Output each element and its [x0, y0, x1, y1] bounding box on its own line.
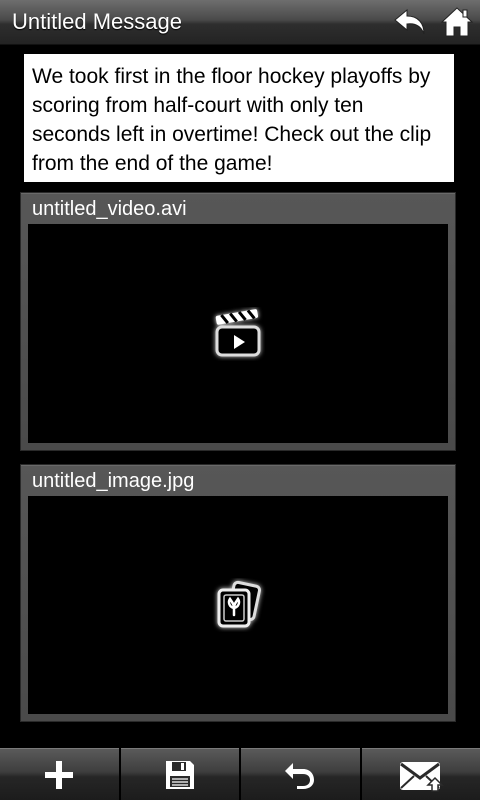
undo-icon: [283, 760, 317, 790]
save-icon: [163, 758, 197, 792]
send-button[interactable]: [361, 748, 480, 800]
bottom-toolbar: [0, 748, 480, 800]
undo-button[interactable]: [241, 748, 360, 800]
home-icon: [440, 6, 474, 38]
photo-stack-icon: [209, 578, 267, 632]
image-preview[interactable]: [28, 496, 448, 714]
reply-button[interactable]: [390, 2, 430, 42]
message-text-box[interactable]: We took first in the floor hockey playof…: [24, 54, 454, 182]
video-attachment-panel: untitled_video.avi: [20, 192, 456, 451]
video-clapperboard-icon: [211, 307, 265, 361]
reply-arrow-icon: [393, 7, 427, 37]
attachment-filename: untitled_video.avi: [32, 198, 187, 220]
message-text: We took first in the floor hockey playof…: [32, 65, 432, 175]
send-mail-icon: [398, 758, 444, 792]
home-button[interactable]: [437, 2, 477, 42]
header-bar: Untitled Message: [0, 0, 480, 45]
save-button[interactable]: [120, 748, 239, 800]
page-title: Untitled Message: [12, 9, 182, 34]
video-preview[interactable]: [28, 224, 448, 443]
add-attachment-button[interactable]: [0, 748, 119, 800]
attachment-filename: untitled_image.jpg: [32, 470, 195, 492]
add-icon: [45, 760, 74, 789]
image-attachment-panel: untitled_image.jpg: [20, 464, 456, 722]
